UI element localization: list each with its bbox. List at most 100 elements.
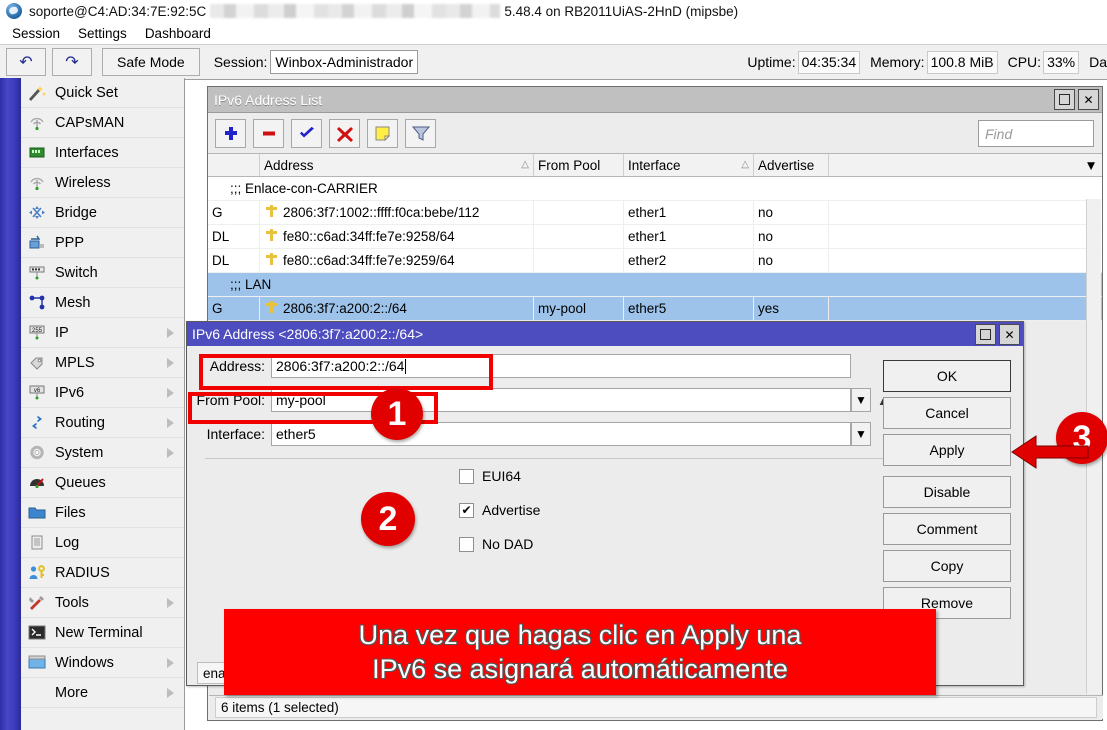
sidebar-item-label: New Terminal — [55, 625, 143, 641]
cell-flags: DL — [208, 225, 260, 248]
toolbar-status-group: Uptime: 04:35:34 Memory: 100.8 MiB CPU: … — [737, 45, 1107, 79]
cell-interface-text: ether1 — [628, 205, 666, 220]
sidebar-item-windows[interactable]: Windows — [21, 648, 184, 678]
cell-address-text: 2806:3f7:a200:2::/64 — [283, 301, 407, 316]
ok-button[interactable]: OK — [883, 360, 1011, 392]
table-comment-row[interactable]: ;;; Enlace-con-CARRIER — [208, 177, 1102, 201]
table-row[interactable]: DLfe80::c6ad:34ff:fe7e:9259/64ether2no — [208, 249, 1102, 273]
magic-wand-icon — [26, 83, 48, 103]
redo-icon[interactable]: ↷ — [52, 48, 92, 76]
checkbox-no-dad[interactable] — [459, 537, 474, 552]
log-icon — [26, 533, 48, 553]
table-comment-row[interactable]: ;;; LAN — [208, 273, 1102, 297]
cell-interface: ether5 — [624, 297, 754, 320]
sidebar-item-wireless[interactable]: Wireless — [21, 168, 184, 198]
checkbox-advertise[interactable]: ✔ — [459, 503, 474, 518]
sidebar-item-tools[interactable]: Tools — [21, 588, 184, 618]
table-row[interactable]: G2806:3f7:1002::ffff:f0ca:bebe/112ether1… — [208, 201, 1102, 225]
cell-interface-text: ether1 — [628, 229, 666, 244]
menu-dashboard[interactable]: Dashboard — [136, 24, 220, 43]
cell-flags-text: DL — [212, 229, 229, 244]
sidebar-item-new-terminal[interactable]: New Terminal — [21, 618, 184, 648]
sidebar-item-radius[interactable]: RADIUS — [21, 558, 184, 588]
find-input[interactable]: Find — [978, 120, 1094, 147]
sidebar-item-ipv6[interactable]: v6IPv6 — [21, 378, 184, 408]
sidebar-item-routing[interactable]: Routing — [21, 408, 184, 438]
ppp-icon — [26, 233, 48, 253]
uptime-value: 04:35:34 — [798, 51, 861, 74]
sidebar-item-quick-set[interactable]: Quick Set — [21, 78, 184, 108]
annotation-arrow-to-apply — [1010, 422, 1090, 482]
sidebar-item-queues[interactable]: Queues — [21, 468, 184, 498]
menubar: Session Settings Dashboard — [0, 22, 1107, 44]
mpls-tag-icon — [26, 353, 48, 373]
sidebar-item-interfaces[interactable]: Interfaces — [21, 138, 184, 168]
switch-icon — [26, 263, 48, 283]
sort-indicator-icon: △ — [741, 159, 749, 170]
from-pool-dropdown-icon[interactable]: ▼ — [851, 388, 871, 412]
table-row[interactable]: G2806:3f7:a200:2::/64my-poolether5yes — [208, 297, 1102, 321]
sidebar-item-files[interactable]: Files — [21, 498, 184, 528]
routing-icon — [26, 413, 48, 433]
maximize-icon[interactable] — [975, 324, 996, 345]
app-title-left: soporte@C4:AD:34:7E:92:5C — [29, 4, 206, 19]
table-row[interactable]: DLfe80::c6ad:34ff:fe7e:9258/64ether1no — [208, 225, 1102, 249]
cell-extra — [829, 249, 1102, 272]
maximize-icon[interactable] — [1054, 89, 1075, 110]
cell-advertise-text: no — [758, 205, 773, 220]
sidebar-item-mpls[interactable]: MPLS — [21, 348, 184, 378]
add-button[interactable] — [215, 119, 246, 148]
chevron-right-icon — [167, 658, 174, 668]
antenna-icon — [26, 113, 48, 133]
interface-input[interactable]: ether5 — [271, 422, 851, 446]
sidebar-item-log[interactable]: Log — [21, 528, 184, 558]
ipv6-list-statusbar: 6 items (1 selected) — [209, 695, 1103, 719]
chevron-right-icon — [167, 328, 174, 338]
column-advertise[interactable]: Advertise — [754, 154, 829, 176]
column-chooser-icon[interactable]: ▼ — [1080, 154, 1102, 176]
sidebar-item-switch[interactable]: Switch — [21, 258, 184, 288]
close-icon[interactable]: ✕ — [1078, 89, 1099, 110]
session-value[interactable]: Winbox-Administrador — [270, 50, 418, 74]
apply-button[interactable]: Apply — [883, 434, 1011, 466]
sidebar-item-more[interactable]: More — [21, 678, 184, 708]
column-interface[interactable]: Interface △ — [624, 154, 754, 176]
comment-button[interactable]: Comment — [883, 513, 1011, 545]
sidebar-item-capsman[interactable]: CAPsMAN — [21, 108, 184, 138]
check-icon — [297, 125, 317, 142]
undo-icon[interactable]: ↶ — [6, 48, 46, 76]
column-flags[interactable] — [208, 154, 260, 176]
disable-button[interactable]: Disable — [883, 476, 1011, 508]
close-icon[interactable]: ✕ — [999, 324, 1020, 345]
cancel-button[interactable]: Cancel — [883, 397, 1011, 429]
remove-button[interactable] — [253, 119, 284, 148]
cell-address-text: 2806:3f7:1002::ffff:f0ca:bebe/112 — [283, 205, 479, 220]
ipv6-list-title: IPv6 Address List — [214, 92, 322, 108]
sidebar-item-ppp[interactable]: PPP — [21, 228, 184, 258]
copy-button[interactable]: Copy — [883, 550, 1011, 582]
sidebar-item-label: Mesh — [55, 295, 90, 311]
disable-button[interactable] — [329, 119, 360, 148]
window-icon — [26, 653, 48, 673]
column-address[interactable]: Address △ — [260, 154, 534, 176]
column-from-pool[interactable]: From Pool — [534, 154, 624, 176]
sidebar-item-mesh[interactable]: Mesh — [21, 288, 184, 318]
checkbox-eui64[interactable] — [459, 469, 474, 484]
sort-indicator-icon: △ — [521, 159, 529, 170]
sidebar-item-label: Files — [55, 505, 86, 521]
sidebar-item-bridge[interactable]: Bridge — [21, 198, 184, 228]
sidebar-item-system[interactable]: System — [21, 438, 184, 468]
comment-button[interactable] — [367, 119, 398, 148]
sidebar-item-label: IP — [55, 325, 69, 341]
cpu-label: CPU: — [1008, 54, 1041, 70]
menu-settings[interactable]: Settings — [69, 24, 136, 43]
interface-dropdown-icon[interactable]: ▼ — [851, 422, 871, 446]
enable-button[interactable] — [291, 119, 322, 148]
menu-session[interactable]: Session — [3, 24, 69, 43]
filter-button[interactable] — [405, 119, 436, 148]
sidebar-menu: Quick SetCAPsMANInterfaces Wireless Bridge… — [21, 78, 185, 730]
sidebar-item-label: Wireless — [55, 175, 111, 191]
antenna-icon — [26, 173, 48, 193]
safe-mode-button[interactable]: Safe Mode — [102, 48, 200, 76]
sidebar-item-ip[interactable]: 255IP — [21, 318, 184, 348]
